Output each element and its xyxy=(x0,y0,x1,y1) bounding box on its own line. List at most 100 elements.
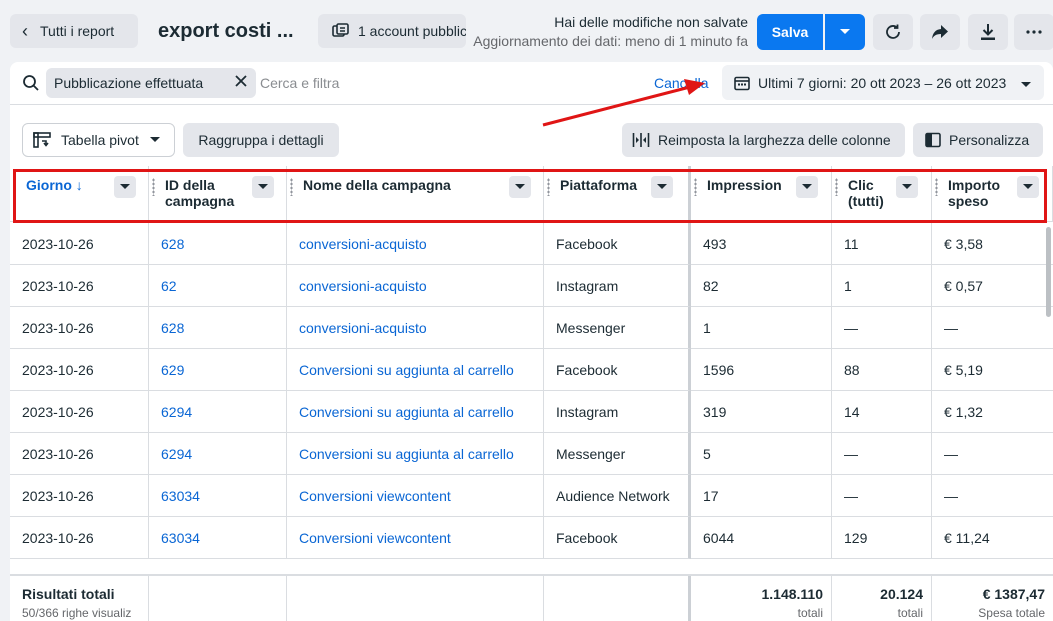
more-icon xyxy=(1026,30,1042,34)
drag-handle-icon[interactable] xyxy=(547,178,550,196)
drag-handle-icon[interactable] xyxy=(694,178,697,196)
clicks-cell: — xyxy=(832,433,932,475)
search-filter-input[interactable]: Cerca e filtra xyxy=(260,75,339,91)
day-cell: 2023-10-26 xyxy=(10,391,149,433)
spend-cell: € 11,24 xyxy=(932,517,1053,559)
day-cell: 2023-10-26 xyxy=(10,475,149,517)
column-menu-button[interactable] xyxy=(896,176,918,198)
pivot-table-button[interactable]: Tabella pivot xyxy=(22,123,175,157)
rows-shown-text: 50/366 righe visualiz xyxy=(22,606,132,620)
report-title[interactable]: export costi ... xyxy=(158,20,294,43)
spend-cell: — xyxy=(932,475,1053,517)
impressions-cell: 1596 xyxy=(691,349,832,391)
caret-down-icon xyxy=(515,184,525,189)
total-impressions-label: totali xyxy=(797,606,823,620)
cancel-filters-link[interactable]: Cancella xyxy=(654,75,708,91)
clicks-cell: 11 xyxy=(832,223,932,265)
day-cell: 2023-10-26 xyxy=(10,349,149,391)
share-icon xyxy=(932,25,948,39)
date-range-picker[interactable]: Ultimi 7 giorni: 20 ott 2023 – 26 ott 20… xyxy=(722,65,1044,100)
spend-cell: — xyxy=(932,307,1053,349)
column-header-label: Clic (tutti) xyxy=(848,177,884,209)
campaign-name-cell[interactable]: conversioni-acquisto xyxy=(287,307,544,349)
all-reports-button[interactable]: ‹ Tutti i report xyxy=(10,14,138,48)
column-menu-button[interactable] xyxy=(252,176,274,198)
campaign-id-cell[interactable]: 63034 xyxy=(149,475,287,517)
column-header-label: ID della campagna xyxy=(165,177,235,209)
day-cell: 2023-10-26 xyxy=(10,265,149,307)
column-menu-button[interactable] xyxy=(114,176,136,198)
remove-filter-icon[interactable] xyxy=(234,74,248,90)
day-cell: 2023-10-26 xyxy=(10,223,149,265)
clicks-cell: 14 xyxy=(832,391,932,433)
campaign-name-cell[interactable]: conversioni-acquisto xyxy=(287,265,544,307)
column-menu-button[interactable] xyxy=(796,176,818,198)
account-selector-button[interactable]: 1 account pubblic xyxy=(318,14,466,48)
campaign-id-cell[interactable]: 628 xyxy=(149,223,287,265)
caret-down-icon xyxy=(1020,76,1032,92)
column-header-platform[interactable]: Piattaforma xyxy=(544,166,691,222)
column-menu-button[interactable] xyxy=(1017,176,1039,198)
campaign-id-cell[interactable]: 6294 xyxy=(149,391,287,433)
campaign-id-cell[interactable]: 629 xyxy=(149,349,287,391)
drag-handle-icon[interactable] xyxy=(935,178,938,196)
column-header-campaign-name[interactable]: Nome della campagna xyxy=(287,166,544,222)
totals-empty-cell xyxy=(544,576,691,621)
campaign-id-cell[interactable]: 62 xyxy=(149,265,287,307)
more-options-button[interactable] xyxy=(1014,14,1053,50)
impressions-cell: 493 xyxy=(691,223,832,265)
drag-handle-icon[interactable] xyxy=(152,178,155,196)
report-panel: Tabella pivot Raggruppa i dettagli Reimp… xyxy=(10,104,1053,621)
column-header-day[interactable]: Giorno ↓ xyxy=(10,166,149,222)
campaign-id-cell[interactable]: 628 xyxy=(149,307,287,349)
pivot-icon xyxy=(33,132,51,148)
column-header-spend[interactable]: Importo speso xyxy=(932,166,1053,222)
download-icon xyxy=(981,24,995,40)
search-icon xyxy=(22,74,40,95)
campaign-name-cell[interactable]: conversioni-acquisto xyxy=(287,223,544,265)
total-clicks: 20.124 xyxy=(880,586,923,602)
totals-spend-cell: € 1387,47 Spesa totale xyxy=(932,576,1053,621)
column-header-clicks[interactable]: Clic (tutti) xyxy=(832,166,932,222)
reset-column-width-button[interactable]: Reimposta la larghezza delle colonne xyxy=(622,123,905,157)
caret-down-icon xyxy=(1023,184,1033,189)
day-cell: 2023-10-26 xyxy=(10,433,149,475)
group-details-button[interactable]: Raggruppa i dettagli xyxy=(183,123,339,157)
customize-button[interactable]: Personalizza xyxy=(913,123,1043,157)
table-scrollbar[interactable] xyxy=(1046,227,1051,317)
drag-handle-icon[interactable] xyxy=(290,178,293,196)
column-menu-button[interactable] xyxy=(509,176,531,198)
column-header-impressions[interactable]: Impression xyxy=(691,166,832,222)
column-header-label: Nome della campagna xyxy=(303,177,451,193)
unsaved-changes-text: Hai delle modifiche non salvate xyxy=(554,14,748,30)
save-options-button[interactable] xyxy=(825,14,865,50)
column-header-label: Piattaforma xyxy=(560,177,638,193)
campaign-name-cell[interactable]: Conversioni su aggiunta al carrello xyxy=(287,433,544,475)
caret-down-icon xyxy=(902,184,912,189)
campaign-id-cell[interactable]: 63034 xyxy=(149,517,287,559)
column-menu-button[interactable] xyxy=(651,176,673,198)
filter-chip[interactable]: Pubblicazione effettuata xyxy=(46,68,256,98)
download-button[interactable] xyxy=(968,14,1008,50)
refresh-icon xyxy=(886,24,900,39)
total-clicks-label: totali xyxy=(897,606,923,620)
date-range-label: Ultimi 7 giorni: 20 ott 2023 – 26 ott 20… xyxy=(758,74,1007,91)
account-selector-label: 1 account pubblic xyxy=(358,23,466,39)
campaign-id-cell[interactable]: 6294 xyxy=(149,433,287,475)
totals-clicks-cell: 20.124 totali xyxy=(832,576,932,621)
share-button[interactable] xyxy=(920,14,960,50)
column-header-campaign-id[interactable]: ID della campagna xyxy=(149,166,287,222)
refresh-button[interactable] xyxy=(873,14,913,50)
campaign-name-cell[interactable]: Conversioni su aggiunta al carrello xyxy=(287,349,544,391)
campaign-name-cell[interactable]: Conversioni viewcontent xyxy=(287,517,544,559)
save-button[interactable]: Salva xyxy=(757,14,823,50)
drag-handle-icon[interactable] xyxy=(835,178,838,196)
totals-row: Risultati totali 50/366 righe visualiz 1… xyxy=(10,574,1053,621)
total-spend-label: Spesa totale xyxy=(978,606,1045,620)
campaign-name-cell[interactable]: Conversioni viewcontent xyxy=(287,475,544,517)
save-status: Hai delle modifiche non salvate Aggiorna… xyxy=(473,14,748,49)
spend-cell: € 0,57 xyxy=(932,265,1053,307)
campaign-name-cell[interactable]: Conversioni su aggiunta al carrello xyxy=(287,391,544,433)
clicks-cell: 129 xyxy=(832,517,932,559)
column-width-icon xyxy=(632,132,650,148)
